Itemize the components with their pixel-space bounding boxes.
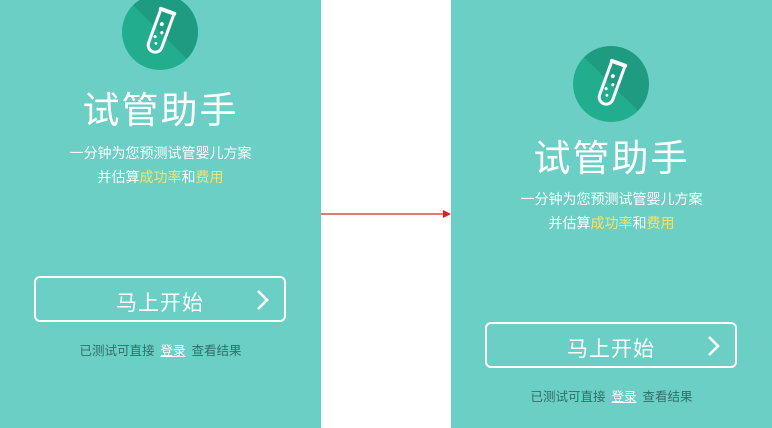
success-rate-highlight: 成功率: [139, 170, 182, 186]
footer-prefix: 已测试可直接: [79, 343, 155, 358]
start-button-label: 马上开始: [567, 337, 655, 361]
login-link[interactable]: 登录: [160, 343, 185, 358]
subtitle: 一分钟为您预测试管婴儿方案 并估算成功率和费用: [451, 188, 772, 236]
subtitle-line-1: 一分钟为您预测试管婴儿方案: [520, 192, 703, 208]
footer: 已测试可直接 登录 查看结果: [451, 386, 772, 405]
chevron-right-icon: [257, 290, 269, 310]
chevron-right-icon: [708, 336, 720, 356]
subtitle: 一分钟为您预测试管婴儿方案 并估算成功率和费用: [0, 142, 321, 190]
start-button-label: 马上开始: [116, 291, 204, 315]
success-rate-highlight: 成功率: [590, 216, 633, 232]
footer-prefix: 已测试可直接: [530, 389, 606, 404]
login-link[interactable]: 登录: [611, 389, 636, 404]
app-title: 试管助手: [533, 137, 690, 180]
footer: 已测试可直接 登录 查看结果: [0, 340, 321, 359]
start-button[interactable]: 马上开始: [485, 322, 737, 368]
footer-suffix: 查看结果: [642, 389, 693, 404]
app-logo: [573, 46, 649, 122]
app-logo: [122, 0, 198, 70]
start-button[interactable]: 马上开始: [34, 276, 286, 322]
screen-before: 试管助手 一分钟为您预测试管婴儿方案 并估算成功率和费用 马上开始 已测试可直接…: [0, 0, 321, 428]
subtitle-line-2: 并估算成功率和费用: [548, 216, 675, 232]
subtitle-line-1: 一分钟为您预测试管婴儿方案: [69, 146, 252, 162]
cost-highlight: 费用: [195, 170, 224, 186]
cost-highlight: 费用: [646, 216, 675, 232]
footer-suffix: 查看结果: [191, 343, 242, 358]
test-tube-icon: [597, 58, 628, 106]
subtitle-line-2: 并估算成功率和费用: [97, 170, 224, 186]
test-tube-icon: [146, 6, 177, 54]
screen-after: 试管助手 一分钟为您预测试管婴儿方案 并估算成功率和费用 马上开始 已测试可直接…: [451, 0, 772, 428]
app-title: 试管助手: [82, 89, 239, 132]
arrow-right-icon: [321, 210, 451, 218]
